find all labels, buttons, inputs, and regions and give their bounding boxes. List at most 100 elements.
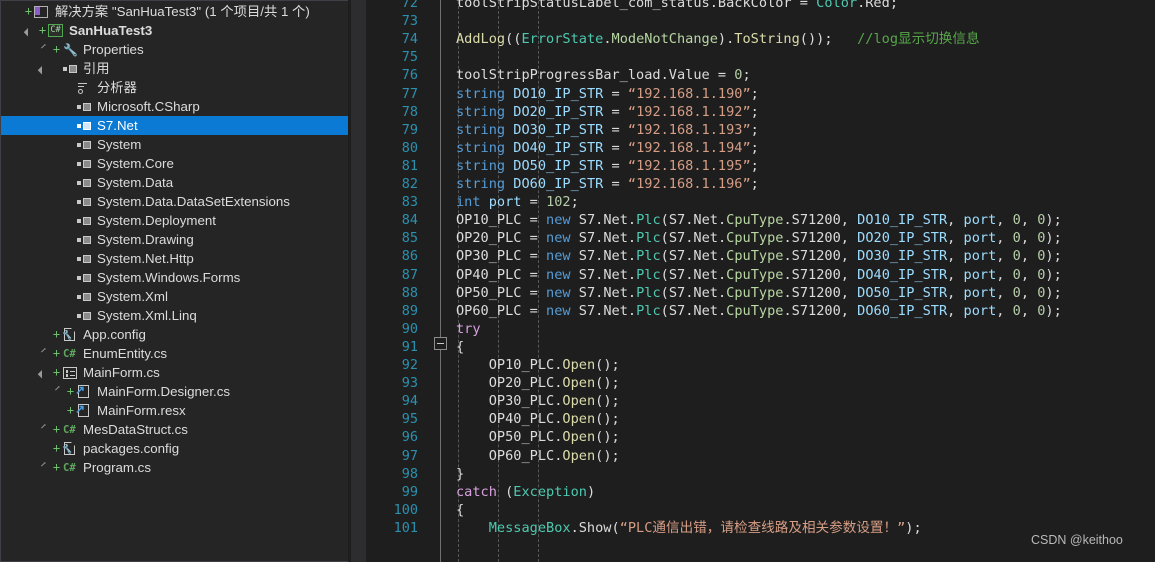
code-line[interactable]: OP40_PLC = new S7.Net.Plc(S7.Net.CpuType…: [456, 266, 1062, 284]
tree-item-system.xml[interactable]: +System.Xml: [1, 287, 348, 306]
tree-item-system.drawing[interactable]: +System.Drawing: [1, 230, 348, 249]
code-token: =: [521, 230, 547, 247]
chevron-right-icon[interactable]: [39, 420, 52, 439]
code-line[interactable]: OP40_PLC.Open();: [489, 410, 620, 428]
reference-icon: [75, 287, 93, 306]
code-text-area[interactable]: toolStripStatusLabel_com_status.BackColo…: [372, 0, 1155, 562]
tree-item-label: System.Net.Http: [97, 251, 194, 266]
tree-item-system.deployment[interactable]: +System.Deployment: [1, 211, 348, 230]
code-line[interactable]: {: [456, 501, 464, 519]
code-line[interactable]: string DO10_IP_STR = “192.168.1.190”;: [456, 85, 759, 103]
code-token: =: [521, 266, 547, 283]
tree-item-label: Program.cs: [83, 460, 151, 475]
code-line[interactable]: OP30_PLC.Open();: [489, 392, 620, 410]
tree-item-mainform.resx[interactable]: + MainForm.resx: [1, 401, 348, 420]
chevron-right-icon[interactable]: [39, 40, 52, 59]
tree-item-system.data[interactable]: +System.Data: [1, 173, 348, 192]
code-line[interactable]: AddLog((ErrorState.ModeNotChange).ToStri…: [456, 30, 980, 48]
code-line[interactable]: string DO30_IP_STR = “192.168.1.193”;: [456, 121, 759, 139]
code-token: “192.168.1.192”: [627, 103, 751, 120]
chevron-down-icon[interactable]: [39, 59, 52, 78]
code-token: (S7: [660, 248, 686, 265]
tree-item-system.net.http[interactable]: +System.Net.Http: [1, 249, 348, 268]
solution-explorer-panel[interactable]: + 解决方案 "SanHuaTest3" (1 个项目/共 1 个) + C# SanH…: [0, 0, 348, 562]
tree-item-system.data.datasetextensions[interactable]: +System.Data.DataSetExtensions: [1, 192, 348, 211]
code-editor[interactable]: 72 73 74 75 76 77 78 79 80 81 82 83 84 85 86 87 88 89 90 91…: [372, 0, 1155, 562]
code-line[interactable]: string DO60_IP_STR = “192.168.1.196”;: [456, 175, 759, 193]
tree-item-mainform.cs[interactable]: + MainForm.cs: [1, 363, 348, 382]
code-line[interactable]: catch (Exception): [456, 483, 595, 501]
code-token: ,: [1020, 230, 1038, 247]
tree-item-mainform.designer.cs[interactable]: + MainForm.Designer.cs: [1, 382, 348, 401]
code-token: OP50_PLC: [488, 429, 555, 446]
tree-item-system.core[interactable]: +System.Core: [1, 154, 348, 173]
solution-explorer-scrollbar[interactable]: [351, 0, 366, 562]
code-token: DO10_IP_STR: [857, 212, 948, 229]
tree-item-label: MainForm.cs: [83, 365, 160, 380]
code-line[interactable]: int port = 102;: [456, 193, 579, 211]
code-line[interactable]: OP10_PLC = new S7.Net.Plc(S7.Net.CpuType…: [456, 211, 1062, 229]
code-token: string: [456, 139, 506, 156]
code-line[interactable]: try: [456, 320, 481, 338]
chevron-down-icon[interactable]: [39, 363, 52, 382]
code-line[interactable]: string DO50_IP_STR = “192.168.1.195”;: [456, 157, 759, 175]
tree-twisty-placeholder: [11, 2, 24, 21]
source-control-add-icon: +: [52, 441, 61, 455]
code-line[interactable]: OP20_PLC.Open();: [489, 374, 620, 392]
code-line[interactable]: OP50_PLC.Open();: [489, 428, 620, 446]
code-token: .: [783, 248, 792, 265]
reference-icon: [75, 116, 93, 135]
code-line[interactable]: OP60_PLC = new S7.Net.Plc(S7.Net.CpuType…: [456, 302, 1062, 320]
code-token: );: [1045, 248, 1062, 265]
tree-twisty-placeholder: [53, 192, 66, 211]
code-token: .: [717, 284, 727, 301]
code-line[interactable]: toolStripProgressBar_load.Value = 0;: [456, 66, 751, 84]
code-token: 102: [546, 194, 571, 211]
code-line[interactable]: OP60_PLC.Open();: [489, 447, 620, 465]
code-line[interactable]: OP10_PLC.Open();: [489, 356, 620, 374]
code-token: =: [603, 176, 628, 192]
code-token: Net: [603, 284, 628, 301]
tree-item-program.cs[interactable]: + C# Program.cs: [1, 458, 348, 477]
code-token: ,: [996, 284, 1013, 301]
tree-item-system.windows.forms[interactable]: +System.Windows.Forms: [1, 268, 348, 287]
chevron-right-icon[interactable]: [39, 344, 52, 363]
code-token: 0: [1012, 302, 1021, 319]
code-token: }: [456, 465, 465, 482]
tree-item-packages.config[interactable]: + 🔧 packages.config: [1, 439, 348, 458]
tree-item-[interactable]: +分析器: [1, 78, 348, 97]
tree-item-enumentity.cs[interactable]: + C# EnumEntity.cs: [1, 344, 348, 363]
code-token: CpuType: [726, 230, 784, 247]
code-line[interactable]: }: [456, 465, 464, 483]
code-token: port: [963, 284, 997, 301]
tree-item-s7.net[interactable]: +S7.Net: [1, 116, 348, 135]
code-line[interactable]: OP30_PLC = new S7.Net.Plc(S7.Net.CpuType…: [456, 247, 1062, 265]
tree-item-mesdatastruct.cs[interactable]: + C# MesDataStruct.cs: [1, 420, 348, 439]
code-line[interactable]: toolStripStatusLabel_com_status.BackColo…: [456, 0, 898, 12]
tree-item-[interactable]: +引用: [1, 59, 348, 78]
chevron-down-icon[interactable]: [25, 21, 38, 40]
code-line[interactable]: OP50_PLC = new S7.Net.Plc(S7.Net.CpuType…: [456, 284, 1062, 302]
tree-item-system[interactable]: +System: [1, 135, 348, 154]
code-line[interactable]: {: [456, 338, 464, 356]
code-line[interactable]: MessageBox.Show(“PLC通信出错，请检查线路及相关参数设置！”)…: [489, 519, 922, 537]
reference-icon: [75, 97, 93, 116]
code-line[interactable]: OP20_PLC = new S7.Net.Plc(S7.Net.CpuType…: [456, 229, 1062, 247]
tree-item-sanhuatest3[interactable]: + C# SanHuaTest3: [1, 21, 348, 40]
designer-file-icon: [75, 382, 93, 401]
code-token: 0: [1012, 230, 1021, 247]
tree-item-app.config[interactable]: + 🔧 App.config: [1, 325, 348, 344]
code-token: ;: [570, 194, 579, 211]
tree-item-microsoft.csharp[interactable]: +Microsoft.CSharp: [1, 97, 348, 116]
source-control-add-icon: +: [52, 422, 61, 436]
code-token: OP50_PLC: [456, 284, 522, 301]
tree-item-system.xml.linq[interactable]: +System.Xml.Linq: [1, 306, 348, 325]
code-line[interactable]: string DO20_IP_STR = “192.168.1.192”;: [456, 103, 759, 121]
tree-item-properties[interactable]: + 🔧 Properties: [1, 40, 348, 59]
chevron-right-icon[interactable]: [39, 458, 52, 477]
source-control-add-icon: +: [66, 403, 75, 417]
tree-item-sanhuatest3-1-1[interactable]: + 解决方案 "SanHuaTest3" (1 个项目/共 1 个): [1, 2, 348, 21]
chevron-right-icon[interactable]: [53, 382, 66, 401]
code-line[interactable]: string DO40_IP_STR = “192.168.1.194”;: [456, 139, 759, 157]
code-token: ;: [742, 67, 751, 84]
